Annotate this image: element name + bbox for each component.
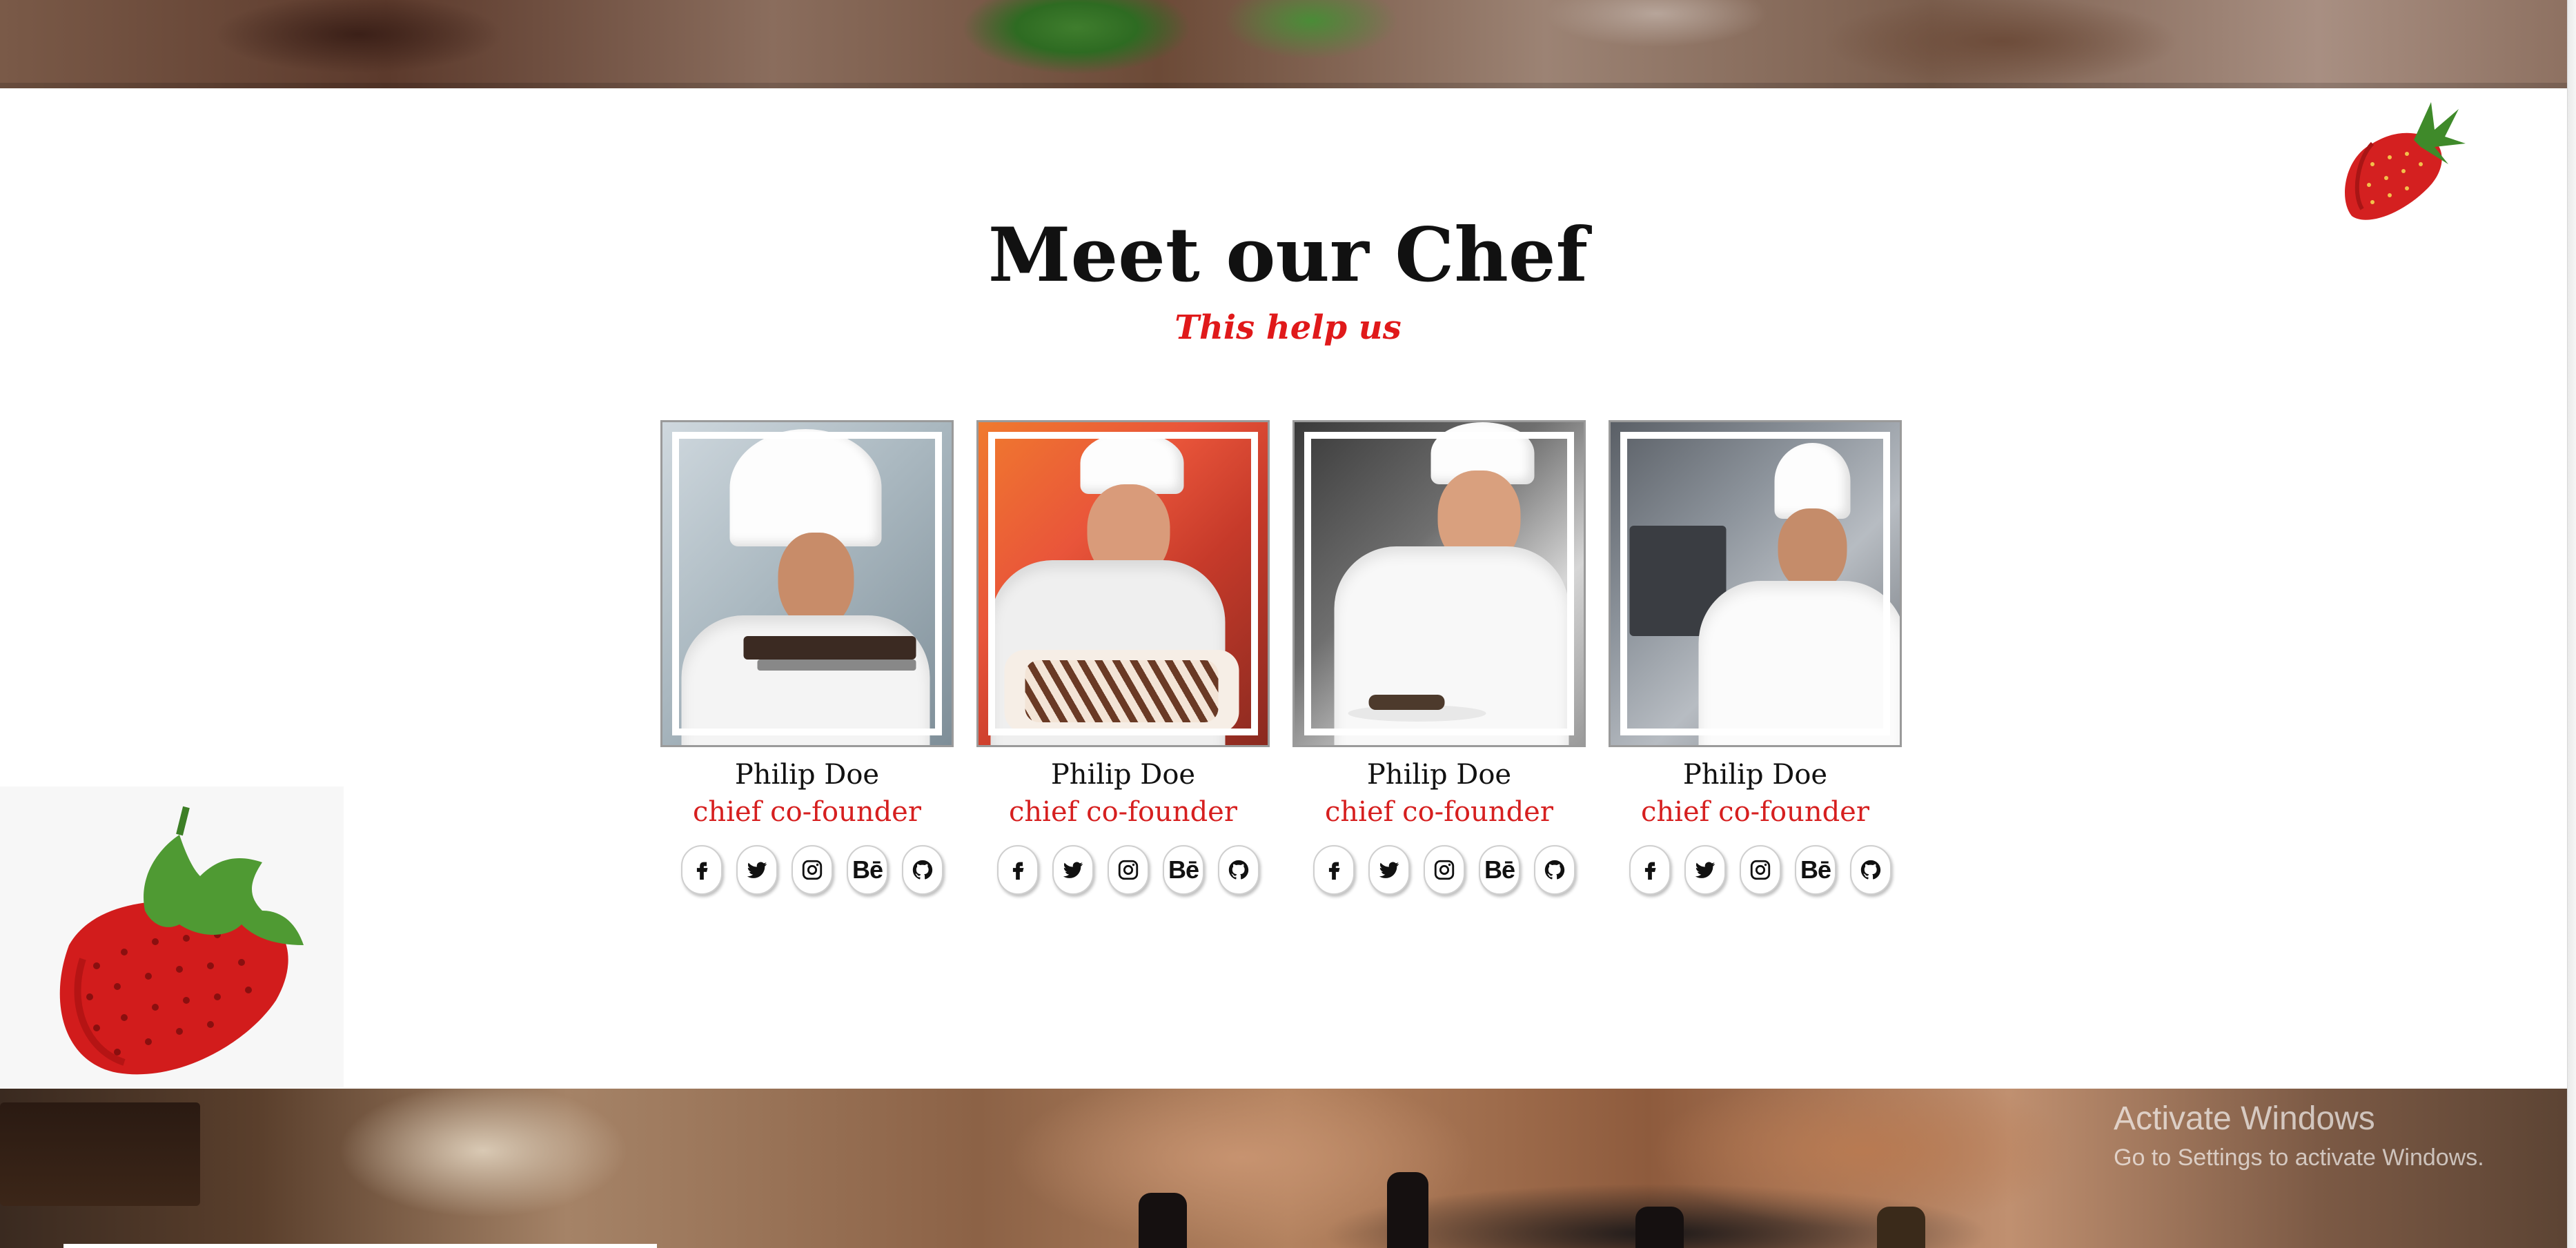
twitter-icon <box>1379 862 1399 878</box>
activate-windows-subtitle: Go to Settings to activate Windows. <box>2114 1145 2484 1171</box>
instagram-link[interactable] <box>1424 845 1465 895</box>
chef-photo <box>1292 420 1586 747</box>
twitter-icon <box>1695 862 1715 878</box>
github-link[interactable] <box>1534 845 1575 895</box>
activate-windows-watermark: Activate Windows Go to Settings to activ… <box>2114 1097 2484 1174</box>
instagram-icon <box>1750 860 1771 880</box>
social-links: Bē <box>997 845 1259 900</box>
strawberry-image-small <box>2345 102 2466 220</box>
github-icon <box>1860 860 1881 880</box>
twitter-link[interactable] <box>736 845 778 895</box>
chef-card: Philip Doe chief co-founder Bē <box>1609 420 1902 903</box>
scrollbar[interactable] <box>2567 0 2576 1248</box>
facebook-link[interactable] <box>681 845 722 895</box>
chef-list: Philip Doe chief co-founder Bē Philip Do… <box>660 420 1902 903</box>
behance-link[interactable]: Bē <box>1163 845 1204 895</box>
github-icon <box>1228 860 1249 880</box>
instagram-link[interactable] <box>1108 845 1149 895</box>
twitter-icon <box>1063 862 1083 878</box>
social-links: Bē <box>1629 845 1891 900</box>
instagram-icon <box>802 860 823 880</box>
activate-windows-title: Activate Windows <box>2114 1100 2375 1137</box>
twitter-link[interactable] <box>1684 845 1726 895</box>
twitter-link[interactable] <box>1052 845 1094 895</box>
section-title: Meet our Chef <box>987 212 1589 299</box>
page: Meet our Chef This help us Philip Doe ch… <box>0 0 2576 1248</box>
facebook-icon <box>1328 862 1340 880</box>
facebook-link[interactable] <box>1313 845 1355 895</box>
social-links: Bē <box>1313 845 1575 900</box>
behance-link[interactable]: Bē <box>847 845 888 895</box>
github-link[interactable] <box>1218 845 1259 895</box>
chef-photo <box>976 420 1270 747</box>
chef-role: chief co-founder <box>1325 796 1553 828</box>
chef-card: Philip Doe chief co-founder Bē <box>976 420 1270 903</box>
chef-photo <box>1609 420 1902 747</box>
behance-icon: Bē <box>852 855 883 884</box>
chef-name: Philip Doe <box>1366 759 1512 791</box>
chef-role: chief co-founder <box>1009 796 1237 828</box>
chef-name: Philip Doe <box>1682 759 1828 791</box>
instagram-link[interactable] <box>792 845 833 895</box>
facebook-link[interactable] <box>997 845 1039 895</box>
facebook-link[interactable] <box>1629 845 1671 895</box>
behance-link[interactable]: Bē <box>1479 845 1520 895</box>
instagram-icon <box>1118 860 1139 880</box>
top-banner-image <box>0 0 2576 88</box>
behance-icon: Bē <box>1800 855 1831 884</box>
behance-icon: Bē <box>1484 855 1515 884</box>
twitter-link[interactable] <box>1368 845 1410 895</box>
chef-card: Philip Doe chief co-founder Bē <box>660 420 954 903</box>
chef-photo <box>660 420 954 747</box>
chef-role: chief co-founder <box>1641 796 1869 828</box>
chef-name: Philip Doe <box>734 759 880 791</box>
chef-name: Philip Doe <box>1050 759 1196 791</box>
github-icon <box>912 860 933 880</box>
social-links: Bē <box>681 845 943 900</box>
github-link[interactable] <box>1850 845 1891 895</box>
instagram-icon <box>1434 860 1455 880</box>
behance-link[interactable]: Bē <box>1795 845 1836 895</box>
facebook-icon <box>1644 862 1656 880</box>
chef-role: chief co-founder <box>693 796 921 828</box>
twitter-icon <box>747 862 767 878</box>
behance-icon: Bē <box>1168 855 1199 884</box>
section-subtitle: This help us <box>1174 308 1402 347</box>
github-icon <box>1544 860 1565 880</box>
instagram-link[interactable] <box>1740 845 1781 895</box>
strawberry-image-large <box>59 806 304 1075</box>
facebook-icon <box>696 862 708 880</box>
github-link[interactable] <box>902 845 943 895</box>
chef-card: Philip Doe chief co-founder Bē <box>1292 420 1586 903</box>
facebook-icon <box>1012 862 1024 880</box>
